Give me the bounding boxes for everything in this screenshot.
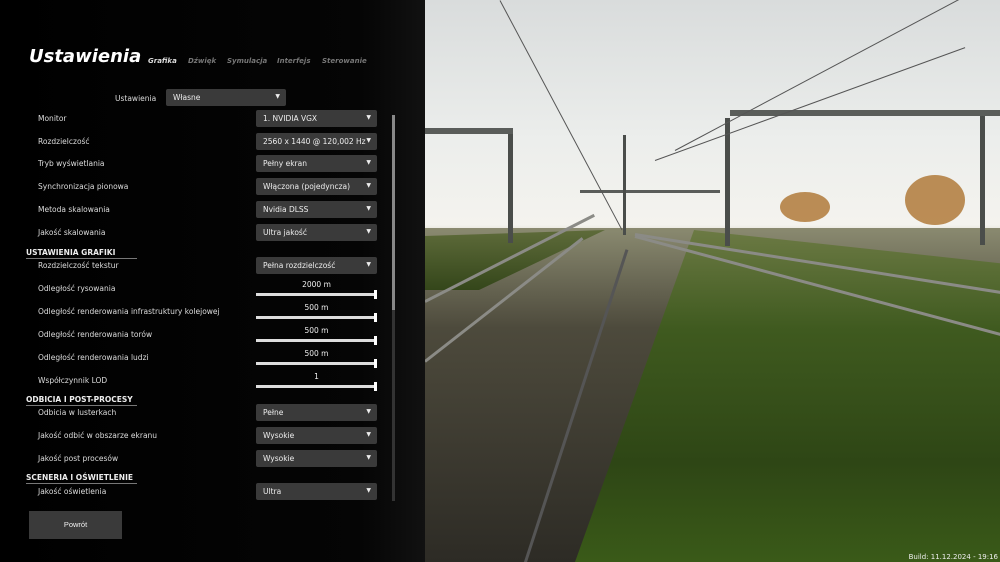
setting-label: Odbicia w lusterkach	[38, 408, 117, 417]
caret-down-icon: ▼	[366, 431, 371, 438]
page-title: Ustawienia	[29, 46, 142, 67]
dropdown-value: Ultra	[263, 487, 282, 496]
setting-dropdown[interactable]: Wysokie ▼	[256, 450, 377, 467]
dropdown-value: Nvidia DLSS	[263, 205, 309, 214]
section-header: SCENERIA I OŚWIETLENIE	[26, 473, 137, 484]
setting-label: Jakość post procesów	[38, 454, 119, 463]
caret-down-icon: ▼	[366, 408, 371, 415]
caret-down-icon: ▼	[366, 182, 371, 189]
setting-slider[interactable]	[256, 382, 377, 391]
slider-value: 1	[314, 372, 319, 381]
setting-label: Rozdzielczość	[38, 137, 90, 146]
setting-dropdown[interactable]: Nvidia DLSS ▼	[256, 201, 377, 218]
setting-slider[interactable]	[256, 336, 377, 345]
slider-thumb[interactable]	[374, 290, 377, 299]
dropdown-value: Włączona (pojedyncza)	[263, 182, 351, 191]
setting-label: Synchronizacja pionowa	[38, 182, 129, 191]
caret-down-icon: ▼	[275, 93, 280, 100]
setting-dropdown[interactable]: Pełny ekran ▼	[256, 155, 377, 172]
tab-3[interactable]: Interfejs	[277, 57, 311, 65]
preset-label: Ustawienia	[115, 94, 157, 103]
caret-down-icon: ▼	[366, 261, 371, 268]
wire	[654, 47, 966, 161]
setting-dropdown[interactable]: Pełna rozdzielczość ▼	[256, 257, 377, 274]
dropdown-value: 1. NVIDIA VGX	[263, 114, 318, 123]
slider-thumb[interactable]	[374, 313, 377, 322]
catenary-pole	[623, 135, 626, 235]
wire	[499, 0, 623, 231]
setting-dropdown[interactable]: Pełne ▼	[256, 404, 377, 421]
catenary-beam	[425, 128, 513, 134]
caret-down-icon: ▼	[366, 487, 371, 494]
slider-thumb[interactable]	[374, 382, 377, 391]
setting-label: Metoda skalowania	[38, 205, 110, 214]
section-header: ODBICIA I POST-PROCESY	[26, 395, 137, 406]
setting-label: Odległość renderowania torów	[38, 330, 153, 339]
caret-down-icon: ▼	[366, 114, 371, 121]
dropdown-value: Wysokie	[263, 454, 295, 463]
setting-dropdown[interactable]: 2560 x 1440 @ 120,002 Hz ▼	[256, 133, 377, 150]
build-label: Build: 11.12.2024 - 19:16	[908, 553, 998, 561]
setting-label: Odległość renderowania infrastruktury ko…	[38, 307, 220, 316]
setting-slider[interactable]	[256, 313, 377, 322]
slider-value: 500 m	[304, 349, 329, 358]
slider-value: 2000 m	[302, 280, 331, 289]
catenary-pole	[508, 128, 513, 243]
scrollbar-thumb[interactable]	[392, 115, 395, 310]
slider-value: 500 m	[304, 303, 329, 312]
setting-dropdown[interactable]: Wysokie ▼	[256, 427, 377, 444]
catenary-pole	[725, 118, 730, 246]
setting-dropdown[interactable]: Ultra ▼	[256, 483, 377, 500]
caret-down-icon: ▼	[366, 228, 371, 235]
caret-down-icon: ▼	[366, 454, 371, 461]
tab-2[interactable]: Symulacja	[227, 57, 267, 65]
setting-label: Rozdzielczość tekstur	[38, 261, 119, 270]
tab-1[interactable]: Dźwięk	[188, 57, 216, 65]
wire	[674, 0, 967, 151]
dropdown-value: Pełny ekran	[263, 159, 307, 168]
slider-thumb[interactable]	[374, 336, 377, 345]
dropdown-value: 2560 x 1440 @ 120,002 Hz	[263, 137, 366, 146]
tree	[905, 175, 965, 225]
settings-panel: Ustawienia Grafika Dźwięk Symulacja Interfe…	[0, 0, 425, 562]
setting-dropdown[interactable]: Ultra jakość ▼	[256, 224, 377, 241]
setting-dropdown[interactable]: Włączona (pojedyncza) ▼	[256, 178, 377, 195]
setting-label: Odległość rysowania	[38, 284, 116, 293]
caret-down-icon: ▼	[366, 159, 371, 166]
preset-dropdown[interactable]: Własne ▼	[166, 89, 286, 106]
back-button[interactable]: Powrót	[29, 511, 122, 539]
caret-down-icon: ▼	[366, 205, 371, 212]
dropdown-value: Pełna rozdzielczość	[263, 261, 336, 270]
tab-4[interactable]: Sterowanie	[322, 57, 367, 65]
scrollbar[interactable]	[392, 115, 395, 501]
slider-thumb[interactable]	[374, 359, 377, 368]
setting-slider[interactable]	[256, 290, 377, 299]
caret-down-icon: ▼	[366, 137, 371, 144]
catenary-pole	[980, 110, 985, 245]
setting-label: Odległość renderowania ludzi	[38, 353, 149, 362]
tab-0[interactable]: Grafika	[148, 57, 177, 65]
setting-slider[interactable]	[256, 359, 377, 368]
catenary-beam	[730, 110, 1000, 116]
setting-label: Jakość oświetlenia	[38, 487, 107, 496]
setting-dropdown[interactable]: 1. NVIDIA VGX ▼	[256, 110, 377, 127]
slider-value: 500 m	[304, 326, 329, 335]
setting-label: Jakość skalowania	[38, 228, 106, 237]
setting-label: Współczynnik LOD	[38, 376, 108, 385]
game-scene-background	[425, 0, 1000, 562]
setting-label: Jakość odbić w obszarze ekranu	[38, 431, 158, 440]
setting-label: Tryb wyświetlania	[38, 159, 105, 168]
section-header: USTAWIENIA GRAFIKI	[26, 248, 137, 259]
dropdown-value: Ultra jakość	[263, 228, 307, 237]
setting-label: Monitor	[38, 114, 67, 123]
tree	[780, 192, 830, 222]
dropdown-value: Pełne	[263, 408, 284, 417]
dropdown-value: Wysokie	[263, 431, 295, 440]
preset-value: Własne	[173, 93, 201, 102]
